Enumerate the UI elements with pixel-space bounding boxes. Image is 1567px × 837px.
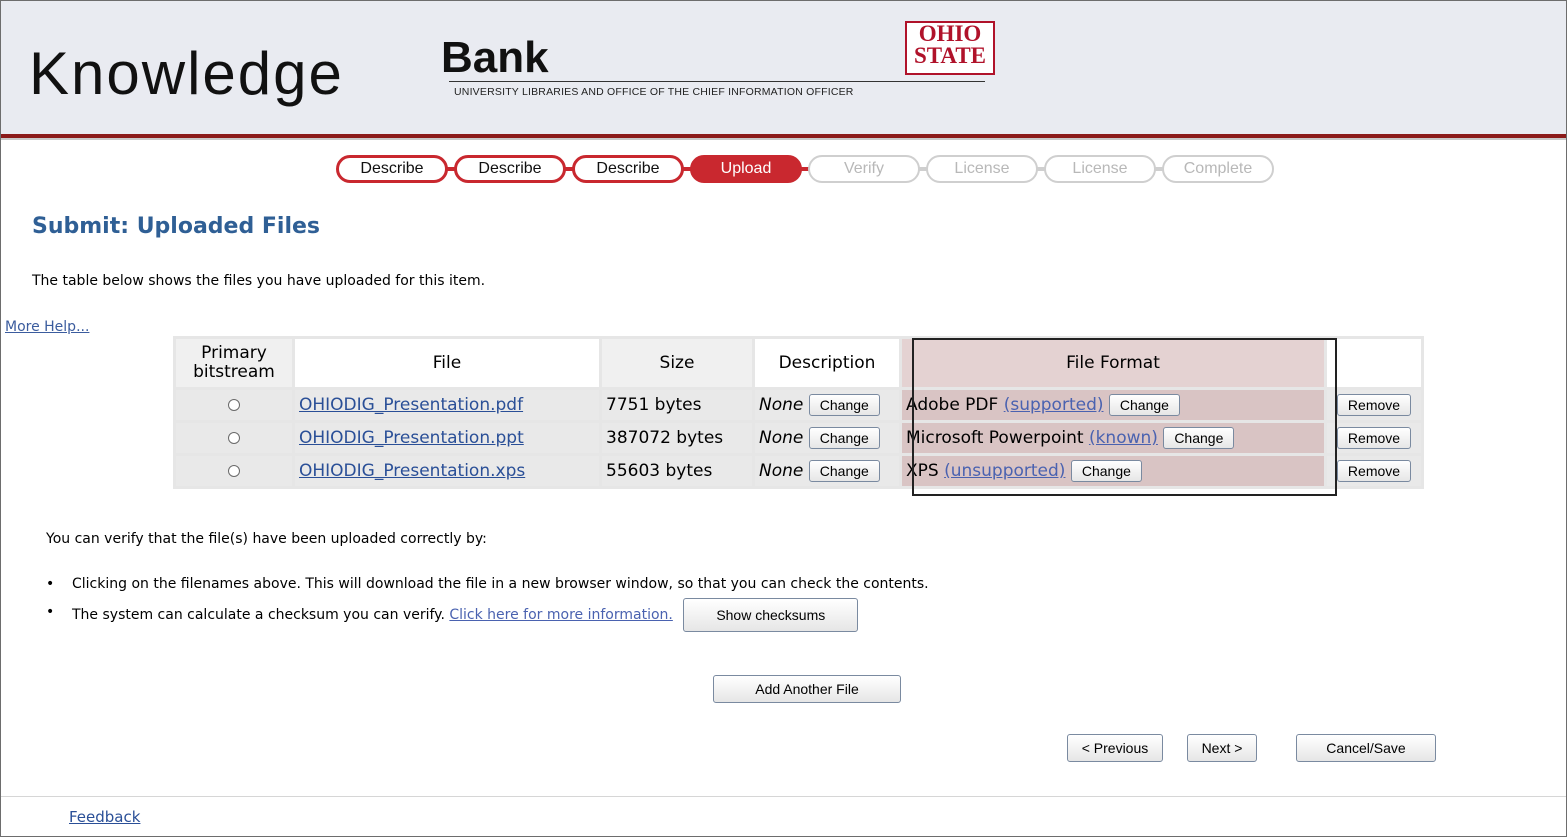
change-description-button[interactable]: Change bbox=[808, 394, 880, 416]
step-verify: Verify bbox=[808, 155, 920, 183]
file-link[interactable]: OHIODIG_Presentation.ppt bbox=[299, 428, 524, 448]
table-row: OHIODIG_Presentation.pdf 7751 bytes None… bbox=[176, 390, 1421, 420]
feedback-link[interactable]: Feedback bbox=[69, 808, 140, 826]
remove-cell: Remove bbox=[1327, 423, 1421, 453]
description-cell: None Change bbox=[755, 456, 899, 486]
change-format-button[interactable]: Change bbox=[1108, 394, 1180, 416]
change-format-button[interactable]: Change bbox=[1163, 427, 1235, 449]
remove-file-button[interactable]: Remove bbox=[1336, 460, 1412, 482]
show-checksums-button[interactable]: Show checksums bbox=[683, 598, 859, 632]
ohio-state-logo[interactable]: OHIO STATE bbox=[905, 21, 995, 75]
description-value: None bbox=[759, 461, 804, 481]
logo-bank[interactable]: Bank bbox=[441, 33, 549, 83]
size-cell: 387072 bytes bbox=[602, 423, 752, 453]
remove-cell: Remove bbox=[1327, 456, 1421, 486]
file-link[interactable]: OHIODIG_Presentation.pdf bbox=[299, 395, 523, 415]
primary-radio-cell bbox=[176, 456, 292, 486]
step-license-2: License bbox=[1044, 155, 1156, 183]
remove-cell: Remove bbox=[1327, 390, 1421, 420]
format-name: Microsoft Powerpoint bbox=[906, 428, 1084, 448]
step-license-1: License bbox=[926, 155, 1038, 183]
primary-radio-cell bbox=[176, 423, 292, 453]
osu-line-1: OHIO bbox=[918, 21, 982, 46]
size-cell: 55603 bytes bbox=[602, 456, 752, 486]
logo-knowledge[interactable]: Knowledge bbox=[29, 39, 344, 108]
header-rule-shadow bbox=[1, 138, 1566, 140]
remove-file-button[interactable]: Remove bbox=[1336, 427, 1412, 449]
previous-button[interactable]: < Previous bbox=[1067, 734, 1163, 762]
format-cell: Adobe PDF (supported) Change bbox=[902, 390, 1324, 420]
cancel-save-button[interactable]: Cancel/Save bbox=[1296, 734, 1436, 762]
verify-intro: You can verify that the file(s) have bee… bbox=[46, 531, 487, 547]
primary-bitstream-radio[interactable] bbox=[228, 432, 240, 444]
format-name: XPS bbox=[906, 461, 939, 481]
file-cell: OHIODIG_Presentation.pdf bbox=[295, 390, 599, 420]
file-cell: OHIODIG_Presentation.ppt bbox=[295, 423, 599, 453]
change-format-button[interactable]: Change bbox=[1070, 460, 1142, 482]
checksum-info-link[interactable]: Click here for more information. bbox=[449, 607, 672, 623]
header-remove bbox=[1327, 339, 1421, 387]
format-name: Adobe PDF bbox=[906, 395, 999, 415]
uploaded-files-table: Primary bitstream File Size Description … bbox=[173, 336, 1424, 489]
logo-subtitle: UNIVERSITY LIBRARIES AND OFFICE OF THE C… bbox=[454, 86, 854, 98]
next-button[interactable]: Next > bbox=[1187, 734, 1257, 762]
support-level-link[interactable]: (known) bbox=[1089, 428, 1158, 448]
header-file: File bbox=[295, 339, 599, 387]
primary-radio-cell bbox=[176, 390, 292, 420]
table-row: OHIODIG_Presentation.ppt 387072 bytes No… bbox=[176, 423, 1421, 453]
list-item: Clicking on the filenames above. This wi… bbox=[46, 570, 929, 598]
step-upload-current: Upload bbox=[690, 155, 802, 183]
header-file-format: File Format bbox=[902, 339, 1324, 387]
osu-line-2: STATE bbox=[913, 43, 986, 68]
description-value: None bbox=[759, 395, 804, 415]
header-description: Description bbox=[755, 339, 899, 387]
primary-bitstream-radio[interactable] bbox=[228, 399, 240, 411]
support-level-link[interactable]: (unsupported) bbox=[944, 461, 1065, 481]
file-cell: OHIODIG_Presentation.xps bbox=[295, 456, 599, 486]
description-cell: None Change bbox=[755, 423, 899, 453]
description-value: None bbox=[759, 428, 804, 448]
verify-options-list: Clicking on the filenames above. This wi… bbox=[46, 570, 929, 632]
step-describe-3[interactable]: Describe bbox=[572, 155, 684, 183]
format-cell: XPS (unsupported) Change bbox=[902, 456, 1324, 486]
footer-rule bbox=[1, 796, 1566, 797]
site-header: Knowledge Bank UNIVERSITY LIBRARIES AND … bbox=[1, 1, 1566, 134]
support-level-link[interactable]: (supported) bbox=[1004, 395, 1104, 415]
step-describe-1[interactable]: Describe bbox=[336, 155, 448, 183]
step-describe-2[interactable]: Describe bbox=[454, 155, 566, 183]
more-help-link[interactable]: More Help... bbox=[5, 319, 89, 335]
change-description-button[interactable]: Change bbox=[808, 427, 880, 449]
description-cell: None Change bbox=[755, 390, 899, 420]
file-link[interactable]: OHIODIG_Presentation.xps bbox=[299, 461, 525, 481]
primary-bitstream-radio[interactable] bbox=[228, 465, 240, 477]
list-item: The system can calculate a checksum you … bbox=[46, 598, 929, 632]
table-row: OHIODIG_Presentation.xps 55603 bytes Non… bbox=[176, 456, 1421, 486]
header-size: Size bbox=[602, 339, 752, 387]
logo-rule bbox=[449, 81, 985, 82]
add-another-file-button[interactable]: Add Another File bbox=[713, 675, 901, 703]
size-cell: 7751 bytes bbox=[602, 390, 752, 420]
page-title: Submit: Uploaded Files bbox=[32, 214, 321, 239]
change-description-button[interactable]: Change bbox=[808, 460, 880, 482]
header-primary-bitstream: Primary bitstream bbox=[176, 339, 292, 387]
step-complete: Complete bbox=[1162, 155, 1274, 183]
remove-file-button[interactable]: Remove bbox=[1336, 394, 1412, 416]
format-cell: Microsoft Powerpoint (known) Change bbox=[902, 423, 1324, 453]
intro-text: The table below shows the files you have… bbox=[32, 273, 486, 289]
table-header-row: Primary bitstream File Size Description … bbox=[176, 339, 1421, 387]
